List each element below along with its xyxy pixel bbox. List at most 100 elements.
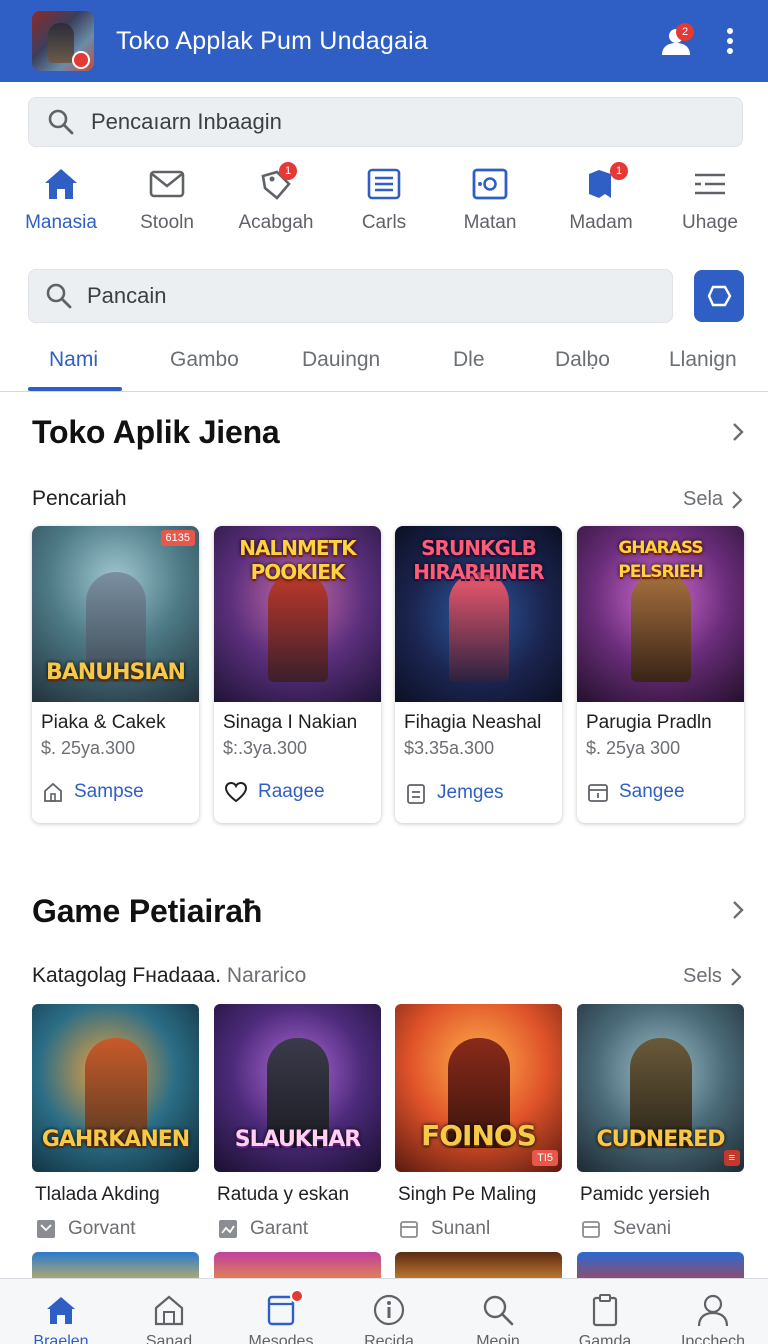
price-tag: 6135: [160, 530, 195, 546]
category-label: Matan: [463, 212, 517, 233]
chat-icon: [37, 1220, 55, 1238]
home-outline-icon: [44, 782, 62, 802]
bottom-nav-ipcchech[interactable]: Ipcchech: [658, 1291, 768, 1344]
category-matan[interactable]: Matan: [435, 160, 545, 234]
app-name: Parugia Pradln: [586, 712, 712, 733]
app-action-label: Sangee: [619, 781, 685, 802]
see-all-link[interactable]: Sela: [683, 488, 743, 511]
bottom-nav-sanad[interactable]: Sanad: [114, 1291, 224, 1344]
search-input-second[interactable]: Pancain: [28, 269, 673, 323]
heart-icon: [224, 781, 248, 803]
category-stooln[interactable]: Stooln: [112, 160, 222, 234]
game-meta-label: Sevani: [613, 1218, 672, 1239]
bottom-nav-meoin[interactable]: Meoin: [443, 1291, 553, 1344]
more-menu-button[interactable]: [710, 21, 750, 61]
tab-gambo[interactable]: Gambo: [170, 348, 239, 372]
bottom-nav-braelen[interactable]: Braelen: [6, 1291, 116, 1344]
app-action-button[interactable]: Sangee: [587, 781, 744, 803]
game-tag: ≡: [723, 1150, 740, 1166]
bottom-nav-label: Meoin: [476, 1333, 520, 1344]
app-action-button[interactable]: Jemges: [405, 781, 562, 805]
app-artwork: GHARASS PELSRIEH: [577, 526, 744, 702]
search-icon: [48, 109, 74, 135]
app-price: $:.3ya.300: [223, 738, 308, 758]
app-card[interactable]: GHARASS PELSRIEH Parugia Pradln $. 25ya …: [577, 526, 744, 823]
section-more-button[interactable]: [728, 895, 748, 925]
tab-llanign[interactable]: Llanign: [669, 348, 737, 372]
more-vert-icon: [727, 28, 733, 54]
game-meta-label: Garant: [250, 1218, 309, 1239]
app-action-button[interactable]: Sampse: [42, 781, 199, 803]
see-all-link[interactable]: Sels: [683, 965, 742, 988]
clipboard-icon: [592, 1294, 618, 1327]
section-subtitle: Pencariah: [32, 487, 127, 510]
calendar-icon: [400, 1221, 418, 1238]
game-card[interactable]: FOINOS TI5 Singh Pe Maling Sunanl: [395, 1004, 562, 1240]
game-meta: Sunanl: [399, 1218, 562, 1240]
bottom-nav-mesodes[interactable]: Mesodes: [226, 1289, 336, 1344]
bottom-nav-label: Recida: [364, 1333, 414, 1344]
game-logo: NALNMETK POOKIEK: [239, 536, 356, 584]
category-carls[interactable]: Carls: [329, 160, 439, 234]
bottom-nav-label: Sanad: [145, 1333, 193, 1344]
game-meta: Garant: [218, 1218, 381, 1240]
app-price: $. 25ya 300: [586, 738, 681, 758]
game-logo: SLAUKHAR: [234, 1127, 362, 1152]
game-card[interactable]: CUDNERED ≡ Pamidc yersieh Sevani: [577, 1004, 744, 1240]
section-subtitle-muted: Nararico: [226, 964, 307, 987]
app-title: Toko Applak Pum Undagaia: [116, 26, 428, 55]
app-card[interactable]: SRUNKGLB HIRARHINER Fihagia Neashal $3.3…: [395, 526, 562, 823]
game-meta-label: Gorvant: [68, 1218, 136, 1239]
section-more-button[interactable]: [728, 417, 748, 447]
category-acabgah[interactable]: 1 Acabgah: [221, 160, 331, 234]
tab-nami[interactable]: Nami: [49, 348, 98, 372]
tab-dle[interactable]: Dle: [453, 348, 485, 372]
app-artwork: NALNMETK POOKIEK: [214, 526, 381, 702]
section-title: Game Petiairaħ: [32, 893, 263, 929]
see-all-label: Sels: [683, 965, 722, 987]
search-placeholder: Pencaıarn Inbaagin: [91, 109, 282, 134]
active-tab-indicator: [28, 387, 122, 391]
profile-icon: [697, 1294, 729, 1327]
section-subtitle: Katagolag Fнadaaa. Nararico: [32, 964, 306, 988]
app-action-button[interactable]: Raagee: [224, 781, 381, 803]
category-badge: 1: [279, 162, 297, 180]
chevron-right-icon: [733, 423, 744, 441]
clipboard-icon: [407, 784, 425, 804]
game-artwork: CUDNERED ≡: [577, 1004, 744, 1172]
app-card[interactable]: NALNMETK POOKIEK Sinaga I Nakian $:.3ya.…: [214, 526, 381, 823]
app-artwork: 6135 BANUHSIAN: [32, 526, 199, 702]
game-card[interactable]: SLAUKHAR Ratuda y eskan Garant: [214, 1004, 381, 1240]
category-madam[interactable]: 1 Madam: [546, 160, 656, 234]
game-name: Pamidc yersieh: [580, 1184, 710, 1205]
bottom-nav-label: Braelen: [33, 1333, 89, 1344]
section-title: Toko Aplik Jiena: [32, 414, 280, 450]
game-meta: Sevani: [581, 1218, 744, 1240]
filter-button[interactable]: [694, 270, 744, 322]
app-card[interactable]: 6135 BANUHSIAN Piaka & Cakek $. 25ya.300…: [32, 526, 199, 823]
game-logo: FOINOS: [421, 1119, 537, 1152]
bottom-nav-label: Ipcchech: [680, 1333, 746, 1344]
category-uhage[interactable]: Uhage: [655, 160, 765, 234]
category-label: Uhage: [682, 212, 738, 233]
tab-dalbo[interactable]: Dalḅo: [555, 348, 610, 372]
category-label: Manasia: [25, 212, 97, 233]
filter-icon: [707, 285, 732, 307]
bottom-nav-label: Mesodes: [248, 1333, 314, 1344]
search-input-top[interactable]: Pencaıarn Inbaagin: [28, 97, 743, 147]
category-manasia[interactable]: Manasia: [6, 160, 116, 234]
home-icon: [47, 1297, 75, 1324]
tab-dauingn[interactable]: Dauingn: [302, 348, 380, 372]
game-card[interactable]: GAHRKANEN Tlalada Akding Gorvant: [32, 1004, 199, 1240]
list-icon: [367, 168, 401, 200]
bottom-nav-recida[interactable]: Recida: [334, 1291, 444, 1344]
game-meta: Gorvant: [36, 1218, 199, 1240]
app-bar: Toko Applak Pum Undagaia 2: [0, 0, 768, 82]
app-logo[interactable]: [32, 11, 94, 71]
account-button[interactable]: 2: [656, 21, 696, 61]
game-logo: GHARASS PELSRIEH: [618, 538, 703, 582]
category-label: Carls: [361, 212, 407, 233]
game-logo: GAHRKANEN: [41, 1127, 190, 1152]
game-name: Tlalada Akding: [35, 1184, 160, 1205]
bottom-nav-gamda[interactable]: Gamda: [550, 1291, 660, 1344]
